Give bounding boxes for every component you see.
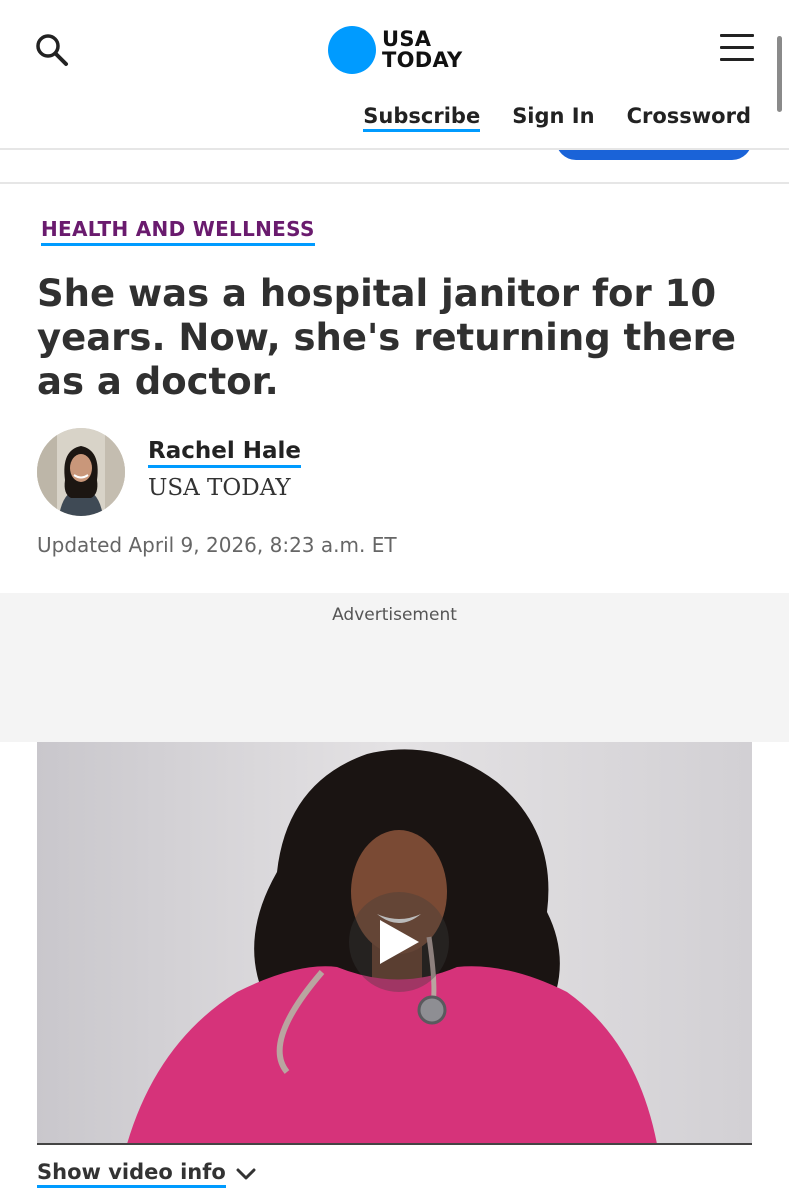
- author-avatar[interactable]: [37, 428, 125, 516]
- header-strip: [0, 150, 789, 184]
- chevron-down-icon: [236, 1168, 256, 1180]
- author-name-link[interactable]: Rachel Hale: [148, 438, 301, 468]
- advertisement-slot[interactable]: Advertisement: [0, 593, 789, 742]
- menu-icon[interactable]: [720, 34, 754, 62]
- show-video-info-label: Show video info: [37, 1160, 226, 1188]
- search-icon[interactable]: [34, 32, 70, 68]
- subscribe-link[interactable]: Subscribe: [363, 104, 481, 132]
- scrollbar[interactable]: [777, 36, 782, 112]
- show-video-info-button[interactable]: Show video info: [37, 1160, 256, 1188]
- logo-dot: [328, 26, 376, 74]
- article-headline: She was a hospital janitor for 10 years.…: [37, 272, 737, 403]
- logo-text: USA TODAY: [382, 29, 463, 71]
- menu-icon-bar: [720, 34, 754, 37]
- updated-timestamp: Updated April 9, 2026, 8:23 a.m. ET: [37, 533, 397, 557]
- menu-icon-bar: [720, 46, 754, 49]
- category-link[interactable]: HEALTH AND WELLNESS: [41, 217, 315, 246]
- advertisement-label: Advertisement: [332, 605, 457, 625]
- menu-icon-bar: [720, 58, 754, 61]
- sign-in-link[interactable]: Sign In: [512, 104, 594, 132]
- partially-hidden-button[interactable]: [556, 150, 752, 160]
- crossword-link[interactable]: Crossword: [627, 104, 751, 132]
- video-thumbnail: [37, 742, 752, 1144]
- author-avatar-image: [37, 428, 125, 516]
- usa-today-logo[interactable]: USA TODAY: [328, 26, 463, 74]
- video-divider: [37, 1143, 752, 1145]
- video-player[interactable]: [37, 742, 752, 1144]
- play-icon: [349, 892, 449, 992]
- author-publication: USA TODAY: [148, 475, 291, 501]
- logo-line-1: USA: [382, 27, 432, 51]
- logo-line-2: TODAY: [382, 48, 463, 72]
- header-nav: Subscribe Sign In Crossword: [363, 104, 751, 132]
- site-header: USA TODAY Subscribe Sign In Crossword: [0, 0, 789, 150]
